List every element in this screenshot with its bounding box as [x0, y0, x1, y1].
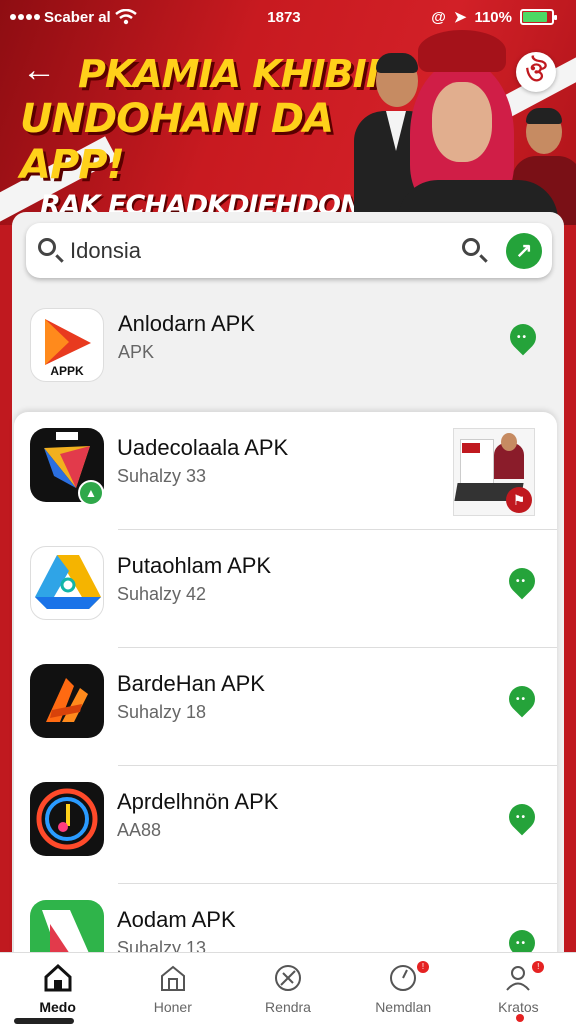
clock-icon	[390, 965, 417, 991]
flag-icon: ⚑	[506, 487, 532, 513]
alarm-icon: @	[431, 8, 446, 26]
carrier-name: Scaber al	[44, 8, 111, 26]
battery-percent: 110%	[474, 8, 512, 26]
search-icon	[38, 237, 64, 264]
store-icon	[160, 965, 185, 991]
compass-icon	[275, 965, 301, 991]
app-subtitle: Suhalzy 18	[117, 702, 207, 722]
tab-store[interactable]: Honer	[115, 953, 230, 1024]
list-item[interactable]: BardeHan APK Suhalzy 18 ••	[14, 648, 557, 766]
verified-badge-icon: ▲	[78, 480, 104, 506]
banner-headline-line1: PKAMIA KHIBII	[78, 52, 380, 96]
app-icon	[30, 664, 104, 738]
list-item[interactable]: Aprdelhnön APK AA88 ••	[14, 766, 557, 884]
location-icon: ➤	[453, 9, 467, 26]
search-submit-icon[interactable]	[462, 237, 488, 264]
banner-headline: PKAMIA KHIBII UNDOHANI DA APP! RAK ECHAD…	[20, 52, 380, 224]
app-subtitle: Suhalzy 33	[117, 466, 207, 486]
download-pin-icon[interactable]: ••	[503, 562, 541, 600]
app-icon	[30, 546, 104, 620]
tab-home[interactable]: Medo	[0, 953, 115, 1024]
active-dot	[516, 1014, 524, 1022]
download-pin-icon[interactable]: ••	[504, 318, 542, 356]
signal-icon	[10, 14, 40, 20]
flame-logo-icon	[46, 678, 88, 722]
arrow-go-icon[interactable]: ↗	[506, 232, 542, 269]
app-name: BardeHan APK	[117, 671, 265, 696]
app-list: ▲ Uadecolaala APK Suhalzy 33 ⚑ Putaohlam…	[14, 412, 557, 982]
tab-label: Kratos	[498, 999, 539, 1015]
notification-badge: !	[532, 961, 545, 973]
wifi-icon	[114, 9, 137, 25]
list-item-featured[interactable]: APPK Anlodarn APK APK ••	[26, 298, 552, 398]
app-name: Uadecolaala APK	[117, 435, 289, 460]
tab-updates[interactable]: ! Nemdlan	[346, 953, 461, 1024]
drive-triangle-icon	[35, 555, 101, 609]
app-subtitle: AA88	[117, 820, 162, 840]
home-indicator	[14, 1018, 74, 1024]
app-icon	[30, 782, 104, 856]
app-subtitle: Suhalzy 42	[117, 584, 207, 604]
bottom-tab-bar: Medo Honer Rendra ! Nemdlan ! Kratos	[0, 952, 576, 1024]
tab-label: Medo	[39, 999, 76, 1015]
app-subtitle: APK	[118, 342, 155, 362]
clock-time: 1873	[267, 8, 301, 26]
tab-label: Honer	[153, 999, 192, 1015]
app-name: Putaohlam APK	[117, 553, 272, 578]
profile-icon	[506, 966, 531, 991]
brand-logo-button[interactable]: ঔ	[516, 52, 556, 92]
ad-thumbnail[interactable]: ⚑	[453, 428, 535, 516]
app-icon-label: APPK	[50, 364, 84, 378]
list-item[interactable]: ▲ Uadecolaala APK Suhalzy 33 ⚑	[14, 412, 557, 530]
app-name: Anlodarn APK	[118, 311, 255, 336]
app-icon-featured: APPK	[30, 308, 104, 382]
back-arrow-icon[interactable]: ←	[22, 52, 62, 92]
download-pin-icon[interactable]: ••	[503, 798, 541, 836]
search-input[interactable]	[64, 237, 462, 264]
tab-label: Rendra	[265, 999, 311, 1015]
status-bar: Scaber al 1873 @ ➤ 110%	[0, 0, 576, 34]
download-pin-icon[interactable]: ••	[503, 680, 541, 718]
banner-headline-line2: UNDOHANI DA APP!	[20, 96, 334, 188]
tab-explore[interactable]: Rendra	[230, 953, 345, 1024]
app-name: Aodam APK	[117, 907, 236, 932]
battery-icon	[519, 9, 557, 25]
home-icon	[44, 963, 72, 992]
notification-badge: !	[417, 961, 430, 973]
music-note-icon	[36, 788, 98, 850]
tab-label: Nemdlan	[375, 999, 432, 1015]
app-name: Aprdelhnön APK	[117, 789, 279, 814]
search-bar[interactable]: ↗	[26, 223, 552, 278]
list-item[interactable]: Putaohlam APK Suhalzy 42 ••	[14, 530, 557, 648]
